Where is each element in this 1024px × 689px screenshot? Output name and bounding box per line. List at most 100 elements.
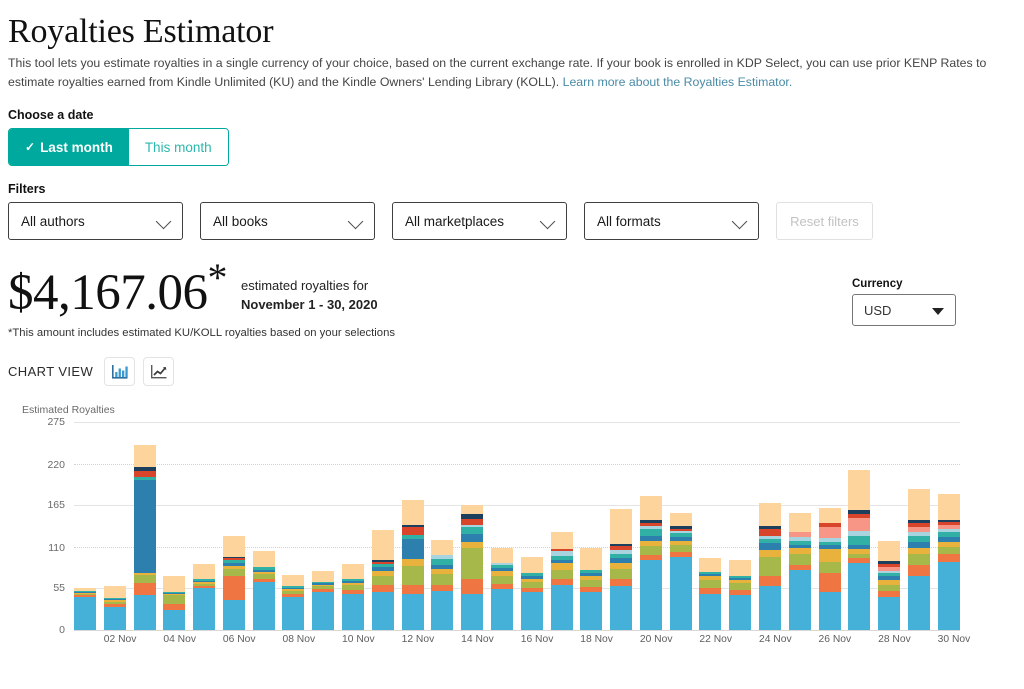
segment-lightblue [402, 594, 424, 630]
chart-bar[interactable] [223, 536, 245, 630]
segment-peach [193, 564, 215, 580]
chart-bar[interactable] [640, 496, 662, 630]
currency-block: Currency USD [852, 278, 956, 326]
chart-bar[interactable] [342, 564, 364, 630]
check-icon: ✓ [25, 140, 35, 154]
chart-bar[interactable] [610, 509, 632, 630]
segment-olive [431, 574, 453, 585]
segment-gold [819, 549, 841, 562]
chart-bar[interactable] [699, 558, 721, 630]
line-chart-view-button[interactable] [143, 357, 174, 386]
segment-lightblue [491, 589, 513, 630]
bar-chart-view-button[interactable] [104, 357, 135, 386]
chart-bar[interactable] [312, 571, 334, 630]
x-axis-tick: 22 Nov [710, 634, 732, 645]
chart-bar[interactable] [670, 513, 692, 630]
segment-olive [372, 576, 394, 586]
chart-view-label: CHART VIEW [8, 364, 93, 379]
segment-olive [402, 566, 424, 586]
x-axis-tick: 18 Nov [591, 634, 613, 645]
select-all-marketplaces[interactable]: All marketplaces [392, 202, 567, 240]
date-toggle-this-month[interactable]: This month [129, 129, 228, 165]
chart-x-labels: -02 Nov-04 Nov-06 Nov-08 Nov-10 Nov-12 N… [74, 634, 960, 645]
chart-bar[interactable] [878, 541, 900, 630]
select-all-authors-value: All authors [21, 214, 85, 229]
y-axis-tick: 55 [53, 582, 65, 594]
currency-select-value: USD [864, 303, 891, 318]
chevron-down-icon [732, 214, 748, 230]
segment-lightblue [699, 594, 721, 630]
chart-bar[interactable] [789, 513, 811, 630]
learn-more-link[interactable]: Learn more about the Royalties Estimator… [563, 75, 793, 89]
segment-darkblue [402, 539, 424, 559]
segment-olive [134, 575, 156, 583]
chart-bar[interactable] [74, 588, 96, 630]
total-footnote: *This amount includes estimated KU/KOLL … [8, 327, 1016, 339]
y-axis-tick: 110 [48, 542, 65, 554]
segment-peach [819, 508, 841, 524]
chart-x-axis [74, 630, 960, 631]
date-toggle-last-month[interactable]: ✓ Last month [9, 129, 129, 165]
currency-select[interactable]: USD [852, 294, 956, 326]
segment-lightblue [908, 576, 930, 630]
x-axis-tick: 16 Nov [532, 634, 554, 645]
chart-bar[interactable] [551, 532, 573, 630]
x-axis-tick: 20 Nov [651, 634, 673, 645]
chart-bar[interactable] [134, 445, 156, 630]
chart-bar[interactable] [938, 494, 960, 630]
chart-bar[interactable] [580, 548, 602, 630]
chart-bar[interactable] [104, 586, 126, 630]
chart-bar[interactable] [819, 508, 841, 630]
segment-olive [223, 569, 245, 577]
chart-bar[interactable] [193, 564, 215, 631]
segment-lightblue [342, 594, 364, 630]
chart-bar[interactable] [253, 551, 275, 630]
segment-orange [759, 576, 781, 586]
chart-bar[interactable] [759, 503, 781, 630]
total-amount: $4,167.06* [8, 266, 227, 320]
currency-label: Currency [852, 278, 956, 290]
segment-peach [342, 564, 364, 579]
intro-description: This tool lets you estimate royalties in… [8, 54, 1008, 92]
select-all-books[interactable]: All books [200, 202, 375, 240]
segment-olive [610, 569, 632, 580]
chart-bar[interactable] [282, 575, 304, 630]
select-all-authors[interactable]: All authors [8, 202, 183, 240]
segment-peach [521, 557, 543, 574]
chart-plot: 055110165220275 [74, 422, 960, 630]
chart-view-row: CHART VIEW [8, 357, 1016, 386]
chart-bar[interactable] [521, 557, 543, 630]
select-all-formats[interactable]: All formats [584, 202, 759, 240]
x-axis-tick: 24 Nov [770, 634, 792, 645]
chart-bar[interactable] [461, 505, 483, 630]
filters-row: All authors All books All marketplaces A… [8, 202, 1016, 240]
bar-chart-icon [111, 364, 129, 380]
segment-peach [670, 513, 692, 527]
chart-bar[interactable] [729, 560, 751, 630]
segment-peach [848, 470, 870, 510]
chart-bar[interactable] [402, 500, 424, 630]
segment-red [402, 527, 424, 535]
segment-lightblue [312, 592, 334, 630]
segment-olive [819, 562, 841, 573]
chart-bar[interactable] [848, 470, 870, 630]
segment-lightblue [193, 588, 215, 630]
royalties-estimator-page: Royalties Estimator This tool lets you e… [0, 10, 1024, 689]
segment-lightblue [431, 591, 453, 630]
segment-peach [729, 560, 751, 575]
chart-bar[interactable] [431, 540, 453, 630]
segment-darkblue [461, 534, 483, 542]
segment-lightblue [848, 563, 870, 630]
chart-bar[interactable] [908, 489, 930, 630]
segment-orange [908, 565, 930, 576]
chart-bar[interactable] [372, 530, 394, 630]
segment-peach [282, 575, 304, 586]
x-axis-tick: 10 Nov [353, 634, 375, 645]
segment-lightblue [163, 610, 185, 630]
reset-filters-button[interactable]: Reset filters [776, 202, 873, 240]
segment-lightblue [253, 582, 275, 630]
chart-bar[interactable] [163, 576, 185, 630]
chart-title: Estimated Royalties [22, 404, 1016, 416]
chart-bar[interactable] [491, 548, 513, 630]
choose-date-label: Choose a date [8, 108, 1016, 122]
